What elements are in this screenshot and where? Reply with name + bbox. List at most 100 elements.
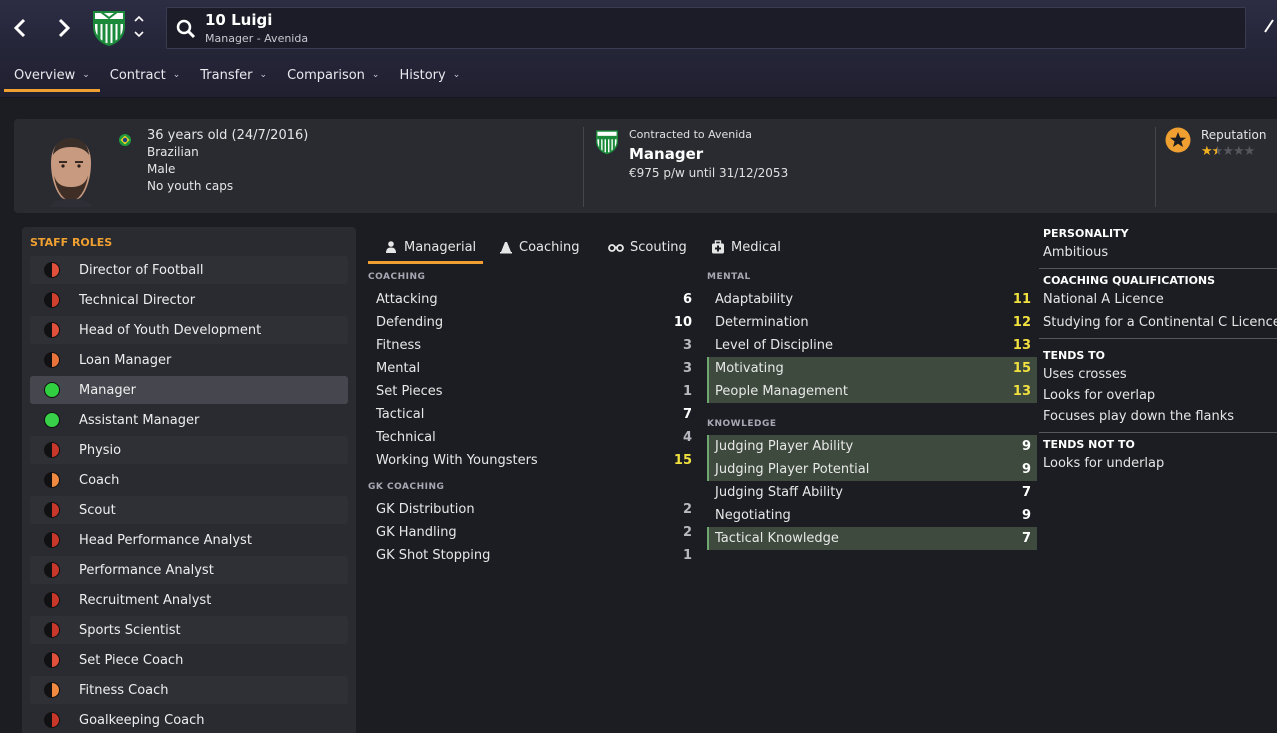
role-suitability-icon	[44, 352, 60, 368]
attribute-name: Attacking	[376, 292, 438, 307]
staff-role-item[interactable]: Manager	[30, 376, 348, 404]
attribute-row[interactable]: GK Handling 2	[368, 521, 698, 544]
tab-medical[interactable]: Medical	[711, 230, 781, 264]
tab-scouting[interactable]: Scouting	[608, 230, 687, 264]
staff-role-item[interactable]: Head of Youth Development	[30, 316, 348, 344]
medical-icon	[712, 240, 724, 254]
attribute-row[interactable]: Tactical 7	[368, 403, 698, 426]
attribute-row[interactable]: Judging Player Ability 9	[707, 435, 1037, 458]
pencil-icon[interactable]	[1262, 16, 1276, 36]
main-tabs: Overview ⌄ Contract ⌄ Transfer ⌄ Comparison…	[4, 60, 470, 92]
chevron-down-icon: ⌄	[82, 70, 90, 80]
tends-not-to-title: TENDS NOT TO	[1043, 438, 1135, 451]
tab-overview[interactable]: Overview ⌄	[4, 60, 100, 92]
attribute-row[interactable]: Working With Youngsters 15	[368, 449, 698, 472]
tends-not-to-item: Looks for underlap	[1043, 456, 1165, 471]
staff-role-label: Set Piece Coach	[79, 652, 184, 668]
attribute-name: Judging Player Potential	[715, 462, 870, 477]
attribute-row[interactable]: Adaptability 11	[707, 288, 1037, 311]
attribute-row[interactable]: Tactical Knowledge 7	[707, 527, 1037, 550]
staff-role-item[interactable]: Physio	[30, 436, 348, 464]
reputation-star-icon	[1165, 127, 1191, 153]
search-icon	[176, 19, 196, 39]
forward-arrow-icon[interactable]	[50, 14, 78, 42]
attribute-value: 15	[673, 453, 692, 468]
staff-role-item[interactable]: Assistant Manager	[30, 406, 348, 434]
attribute-row[interactable]: Negotiating 9	[707, 504, 1037, 527]
tab-history[interactable]: History ⌄	[389, 60, 470, 90]
tab-label: Coaching	[519, 239, 580, 255]
qualifications-title: COACHING QUALIFICATIONS	[1043, 274, 1216, 287]
attribute-value: 7	[682, 407, 692, 422]
role-suitability-icon	[44, 292, 60, 308]
attribute-row[interactable]: Defending 10	[368, 311, 698, 334]
attribute-row[interactable]: Technical 4	[368, 426, 698, 449]
age-line: 36 years old (24/7/2016)	[147, 128, 309, 143]
attribute-row[interactable]: Fitness 3	[368, 334, 698, 357]
role-suitability-icon	[44, 412, 60, 428]
personality-value: Ambitious	[1043, 245, 1109, 260]
attribute-name: Adaptability	[715, 292, 794, 307]
attribute-value: 3	[682, 338, 692, 353]
staff-role-item[interactable]: Director of Football	[30, 256, 348, 284]
attribute-row[interactable]: Attacking 6	[368, 288, 698, 311]
tab-label: Medical	[731, 239, 781, 255]
staff-role-item[interactable]: Head Performance Analyst	[30, 526, 348, 554]
staff-role-label: Head of Youth Development	[79, 322, 262, 338]
attribute-row[interactable]: Motivating 15	[707, 357, 1037, 380]
chevron-down-icon[interactable]	[132, 28, 146, 40]
staff-role-label: Coach	[79, 472, 120, 488]
reputation-label: Reputation	[1201, 128, 1267, 142]
staff-role-label: Manager	[79, 382, 136, 398]
staff-role-item[interactable]: Technical Director	[30, 286, 348, 314]
attribute-row[interactable]: Judging Staff Ability 7	[707, 481, 1037, 504]
staff-role: Manager	[629, 145, 704, 163]
tab-coaching[interactable]: Coaching	[499, 230, 580, 264]
attribute-name: Tactical	[376, 407, 425, 422]
attribute-row[interactable]: GK Shot Stopping 1	[368, 544, 698, 567]
attribute-value: 7	[1021, 531, 1031, 546]
star-icon: ★	[1222, 144, 1234, 159]
chevron-down-icon: ⌄	[172, 70, 181, 80]
top-bar: 10 Luigi Manager - Avenida Overview ⌄ Con…	[0, 0, 1277, 98]
attribute-row[interactable]: GK Distribution 2	[368, 498, 698, 521]
tab-label: Transfer	[200, 67, 253, 83]
staff-role-item[interactable]: Scout	[30, 496, 348, 524]
tab-managerial[interactable]: Managerial	[368, 230, 483, 264]
tab-label: Contract	[109, 67, 166, 83]
staff-role-item[interactable]: Coach	[30, 466, 348, 494]
personal-details: 36 years old (24/7/2016) Brazilian Male …	[147, 127, 308, 195]
attribute-name: GK Shot Stopping	[376, 548, 491, 563]
staff-role-item[interactable]: Performance Analyst	[30, 556, 348, 584]
attribute-row[interactable]: Level of Discipline 13	[707, 334, 1037, 357]
tab-contract[interactable]: Contract ⌄	[100, 60, 190, 90]
staff-role-item[interactable]: Sports Scientist	[30, 616, 348, 644]
staff-role-item[interactable]: Goalkeeping Coach	[30, 706, 348, 733]
attribute-value: 6	[682, 292, 692, 307]
back-arrow-icon[interactable]	[6, 14, 34, 42]
search-box[interactable]: 10 Luigi Manager - Avenida	[166, 7, 1246, 49]
staff-role-item[interactable]: Set Piece Coach	[30, 646, 348, 674]
attribute-row[interactable]: People Management 13	[707, 380, 1037, 403]
attribute-name: Working With Youngsters	[376, 453, 538, 468]
club-crest-icon[interactable]	[594, 128, 620, 156]
attribute-row[interactable]: Set Pieces 1	[368, 380, 698, 403]
tab-label: Managerial	[404, 239, 477, 255]
star-icon: ★	[1243, 144, 1256, 159]
gk-coaching-section-title: GK COACHING	[368, 482, 445, 492]
staff-role-item[interactable]: Loan Manager	[30, 346, 348, 374]
role-suitability-icon	[44, 442, 60, 458]
club-crest-icon[interactable]	[90, 9, 128, 47]
staff-role-item[interactable]: Recruitment Analyst	[30, 586, 348, 614]
staff-role-label: Fitness Coach	[79, 682, 169, 698]
staff-role-item[interactable]: Fitness Coach	[30, 676, 348, 704]
tab-comparison[interactable]: Comparison ⌄	[277, 60, 389, 90]
attribute-row[interactable]: Determination 12	[707, 311, 1037, 334]
tab-transfer[interactable]: Transfer ⌄	[190, 60, 277, 90]
chevron-up-icon[interactable]	[132, 13, 146, 25]
attribute-row[interactable]: Judging Player Potential 9	[707, 458, 1037, 481]
attribute-row[interactable]: Mental 3	[368, 357, 698, 380]
youth-caps: No youth caps	[147, 179, 234, 193]
staff-role-label: Recruitment Analyst	[79, 592, 212, 608]
attribute-value: 9	[1021, 508, 1031, 523]
